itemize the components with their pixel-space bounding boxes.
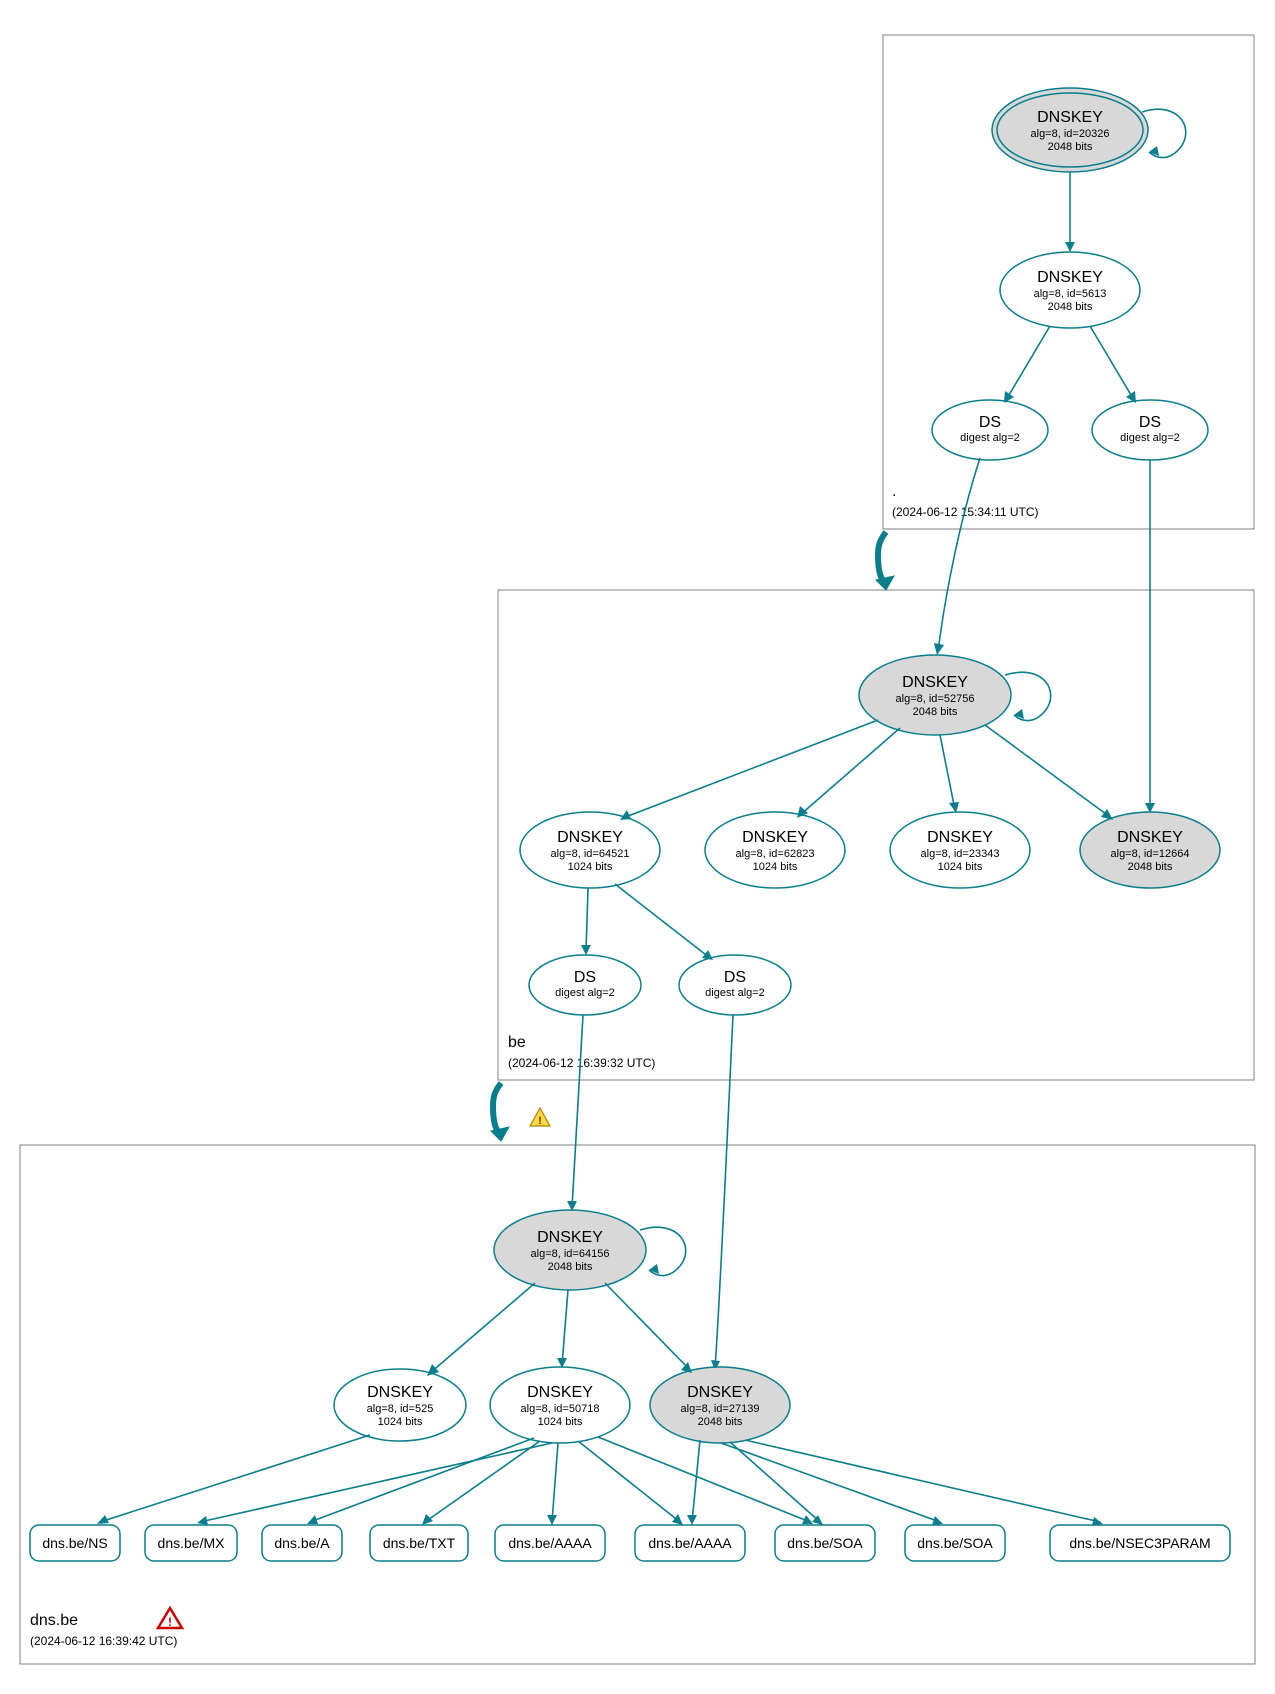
node-be-z2[interactable]: DNSKEY alg=8, id=62823 1024 bits — [705, 812, 845, 888]
svg-text:dns.be/TXT: dns.be/TXT — [383, 1535, 456, 1551]
zone-be-time: (2024-06-12 16:39:32 UTC) — [508, 1056, 655, 1070]
svg-text:2048 bits: 2048 bits — [698, 1416, 743, 1428]
svg-text:alg=8, id=27139: alg=8, id=27139 — [681, 1403, 760, 1415]
svg-text:dns.be/A: dns.be/A — [274, 1535, 330, 1551]
svg-text:2048 bits: 2048 bits — [1048, 141, 1093, 153]
svg-text:1024 bits: 1024 bits — [538, 1416, 583, 1428]
svg-text:alg=8, id=23343: alg=8, id=23343 — [921, 848, 1000, 860]
rrset-mx[interactable]: dns.be/MX — [145, 1525, 237, 1561]
zone-root-label: . — [892, 483, 896, 500]
svg-text:DS: DS — [724, 969, 746, 986]
zone-dnsbe-label: dns.be — [30, 1612, 78, 1629]
node-be-z4[interactable]: DNSKEY alg=8, id=12664 2048 bits — [1080, 812, 1220, 888]
svg-text:DNSKEY: DNSKEY — [1037, 269, 1103, 286]
svg-text:dns.be/NSEC3PARAM: dns.be/NSEC3PARAM — [1069, 1535, 1210, 1551]
edge-rootds1-beksk — [938, 458, 980, 652]
svg-text:digest alg=2: digest alg=2 — [1120, 432, 1180, 444]
node-be-ksk[interactable]: DNSKEY alg=8, id=52756 2048 bits — [859, 655, 1011, 735]
node-be-z1[interactable]: DNSKEY alg=8, id=64521 1024 bits — [520, 812, 660, 888]
rrset-ns[interactable]: dns.be/NS — [30, 1525, 120, 1561]
edge-rootzsk-ds1 — [1006, 326, 1050, 400]
svg-text:1024 bits: 1024 bits — [378, 1416, 423, 1428]
rrset-nsec3param[interactable]: dns.be/NSEC3PARAM — [1050, 1525, 1230, 1561]
svg-text:alg=8, id=64521: alg=8, id=64521 — [551, 848, 630, 860]
node-root-ksk[interactable]: DNSKEY alg=8, id=20326 2048 bits — [992, 88, 1148, 172]
svg-text:DNSKEY: DNSKEY — [1037, 109, 1103, 126]
svg-text:1024 bits: 1024 bits — [753, 861, 798, 873]
svg-text:alg=8, id=20326: alg=8, id=20326 — [1031, 128, 1110, 140]
rrset-soa2[interactable]: dns.be/SOA — [905, 1525, 1005, 1561]
zone-dnsbe-box — [20, 1145, 1255, 1664]
error-icon[interactable]: ! — [158, 1608, 182, 1629]
svg-text:digest alg=2: digest alg=2 — [960, 432, 1020, 444]
svg-text:digest alg=2: digest alg=2 — [705, 987, 765, 999]
edge-root-to-be-thick — [878, 532, 886, 585]
node-be-ds2[interactable]: DS digest alg=2 — [679, 955, 791, 1015]
node-root-ds2[interactable]: DS digest alg=2 — [1092, 400, 1208, 460]
svg-text:dns.be/AAAA: dns.be/AAAA — [648, 1535, 732, 1551]
node-dnsbe-ksk[interactable]: DNSKEY alg=8, id=64156 2048 bits — [494, 1210, 646, 1290]
svg-text:DNSKEY: DNSKEY — [527, 1384, 593, 1401]
svg-text:2048 bits: 2048 bits — [548, 1261, 593, 1273]
svg-text:dns.be/MX: dns.be/MX — [158, 1535, 226, 1551]
svg-text:2048 bits: 2048 bits — [913, 706, 958, 718]
svg-text:DNSKEY: DNSKEY — [687, 1384, 753, 1401]
svg-text:DNSKEY: DNSKEY — [557, 829, 623, 846]
edge-be-ksk-self — [1005, 672, 1051, 720]
node-be-z3[interactable]: DNSKEY alg=8, id=23343 1024 bits — [890, 812, 1030, 888]
svg-text:DNSKEY: DNSKEY — [367, 1384, 433, 1401]
node-root-ds1[interactable]: DS digest alg=2 — [932, 400, 1048, 460]
node-root-zsk[interactable]: DNSKEY alg=8, id=5613 2048 bits — [1000, 252, 1140, 328]
zone-be-label: be — [508, 1034, 526, 1051]
svg-text:alg=8, id=52756: alg=8, id=52756 — [896, 693, 975, 705]
svg-text:DS: DS — [1139, 414, 1161, 431]
svg-text:dns.be/SOA: dns.be/SOA — [787, 1535, 863, 1551]
svg-text:alg=8, id=525: alg=8, id=525 — [367, 1403, 434, 1415]
svg-text:alg=8, id=12664: alg=8, id=12664 — [1111, 848, 1190, 860]
edge-root-ksk-self — [1142, 109, 1186, 157]
node-dnsbe-z3[interactable]: DNSKEY alg=8, id=27139 2048 bits — [650, 1367, 790, 1443]
dnssec-graph: . (2024-06-12 15:34:11 UTC) DNSKEY alg=8… — [0, 0, 1275, 1694]
svg-text:DNSKEY: DNSKEY — [902, 674, 968, 691]
svg-text:DNSKEY: DNSKEY — [1117, 829, 1183, 846]
edge-be-to-dnsbe-thick — [493, 1083, 501, 1136]
warning-icon[interactable]: ! — [530, 1108, 550, 1127]
rrset-txt[interactable]: dns.be/TXT — [370, 1525, 468, 1561]
rrset-soa1[interactable]: dns.be/SOA — [775, 1525, 875, 1561]
svg-text:2048 bits: 2048 bits — [1128, 861, 1173, 873]
node-be-ds1[interactable]: DS digest alg=2 — [529, 955, 641, 1015]
rrset-a[interactable]: dns.be/A — [262, 1525, 342, 1561]
svg-text:dns.be/NS: dns.be/NS — [42, 1535, 107, 1551]
svg-text:1024 bits: 1024 bits — [938, 861, 983, 873]
svg-text:digest alg=2: digest alg=2 — [555, 987, 615, 999]
node-dnsbe-z2[interactable]: DNSKEY alg=8, id=50718 1024 bits — [490, 1367, 630, 1443]
svg-text:DS: DS — [979, 414, 1001, 431]
svg-text:DNSKEY: DNSKEY — [927, 829, 993, 846]
svg-text:dns.be/AAAA: dns.be/AAAA — [508, 1535, 592, 1551]
node-dnsbe-z1[interactable]: DNSKEY alg=8, id=525 1024 bits — [334, 1369, 466, 1441]
rrset-aaaa2[interactable]: dns.be/AAAA — [635, 1525, 745, 1561]
svg-text:alg=8, id=64156: alg=8, id=64156 — [531, 1248, 610, 1260]
zone-dnsbe-time: (2024-06-12 16:39:42 UTC) — [30, 1634, 177, 1648]
svg-text:dns.be/SOA: dns.be/SOA — [917, 1535, 993, 1551]
svg-text:alg=8, id=62823: alg=8, id=62823 — [736, 848, 815, 860]
svg-text:!: ! — [538, 1115, 542, 1127]
svg-text:DS: DS — [574, 969, 596, 986]
svg-text:2048 bits: 2048 bits — [1048, 301, 1093, 313]
svg-text:alg=8, id=50718: alg=8, id=50718 — [521, 1403, 600, 1415]
rrset-aaaa1[interactable]: dns.be/AAAA — [495, 1525, 605, 1561]
svg-text:DNSKEY: DNSKEY — [537, 1229, 603, 1246]
svg-text:1024 bits: 1024 bits — [568, 861, 613, 873]
svg-text:DNSKEY: DNSKEY — [742, 829, 808, 846]
svg-text:!: ! — [168, 1615, 172, 1629]
edge-rootzsk-ds2 — [1090, 326, 1134, 400]
svg-text:alg=8, id=5613: alg=8, id=5613 — [1034, 288, 1107, 300]
